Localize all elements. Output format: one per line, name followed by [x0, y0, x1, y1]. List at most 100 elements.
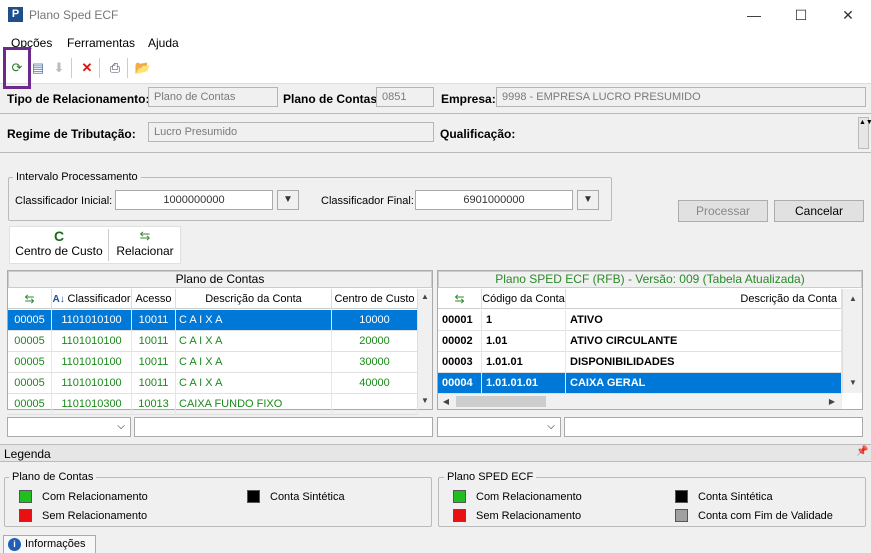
cell-descricao: ATIVO CIRCULANTE	[566, 331, 842, 352]
table-row[interactable]: 00004 1.01.01.01 CAIXA GERAL	[438, 373, 842, 394]
relacionar-icon: ⇆	[139, 228, 151, 243]
cell-classificador: 1101010100	[52, 373, 132, 394]
red-square-icon	[19, 509, 32, 522]
chevron-down-icon[interactable]: ⌵	[542, 418, 560, 436]
minimize-button[interactable]: —	[744, 5, 764, 25]
toolbar-separator	[99, 58, 100, 78]
left-filter-input[interactable]	[134, 417, 433, 437]
plano-contas-grid: Plano de Contas ⇆ A↓ Classificador Acess…	[7, 270, 433, 415]
cell-descricao: C A I X A	[176, 352, 332, 373]
table-row[interactable]: 00005 1101010100 10011 C A I X A 20000	[8, 331, 418, 352]
table-row[interactable]: 00005 1101010100 10011 C A I X A 10000	[8, 310, 418, 331]
cell-descricao: C A I X A	[176, 373, 332, 394]
cell-codigo: 1	[482, 310, 566, 331]
table-row[interactable]: 00003 1.01.01 DISPONIBILIDADES	[438, 352, 842, 373]
scroll-down-icon[interactable]: ▼	[845, 375, 861, 391]
cell-centro: 20000	[332, 331, 418, 352]
cell-classificador: 1101010100	[52, 310, 132, 331]
open-folder-icon[interactable]: 📂	[133, 58, 153, 78]
right-grid-hscrollbar[interactable]: ◀ ▶	[438, 393, 842, 409]
toolbar	[0, 54, 871, 84]
cell-code: 00001	[438, 310, 482, 331]
cell-code: 00005	[8, 373, 52, 394]
conta-sintetica-label: Conta Sintética	[270, 491, 345, 503]
right-grid-header: ⇆ Código da Conta Descrição da Conta	[438, 289, 842, 309]
col-codigo-conta[interactable]: Código da Conta	[482, 289, 566, 309]
delete-icon[interactable]: ✕	[77, 58, 97, 78]
col-classificador-label: Classificador	[67, 293, 131, 305]
table-row[interactable]: 00005 1101010100 10011 C A I X A 40000	[8, 373, 418, 394]
cancelar-button[interactable]: Cancelar	[774, 200, 864, 222]
sort-az-icon: A↓	[52, 294, 68, 305]
close-button[interactable]: ✕	[838, 5, 858, 25]
inicial-input[interactable]: 1000000000	[115, 190, 273, 210]
informacoes-tab[interactable]: i Informações	[3, 535, 96, 553]
inicial-dropdown-button[interactable]: ▼	[277, 190, 299, 210]
cell-centro	[332, 394, 418, 415]
scroll-up-icon[interactable]: ▲	[845, 291, 861, 307]
red-square-icon	[453, 509, 466, 522]
table-row[interactable]: 00005 1101010100 10011 C A I X A 30000	[8, 352, 418, 373]
grid-config-icon[interactable]: ⇆	[438, 289, 482, 309]
final-label: Classificador Final:	[321, 195, 414, 207]
action-separator	[108, 229, 109, 261]
table-row[interactable]: 00002 1.01 ATIVO CIRCULANTE	[438, 331, 842, 352]
qualificacao-label: Qualificação:	[440, 127, 516, 141]
cell-classificador: 1101010100	[52, 352, 132, 373]
green-square-icon	[453, 490, 466, 503]
cell-descricao: CAIXA GERAL	[566, 373, 842, 394]
title-bar	[0, 0, 871, 30]
cell-centro: 40000	[332, 373, 418, 394]
tipo-field: Plano de Contas	[148, 87, 278, 107]
download-icon[interactable]: ⬇	[49, 58, 69, 78]
chevron-down-icon[interactable]: ⌵	[112, 418, 130, 436]
col-centro-custo[interactable]: Centro de Custo	[332, 289, 418, 309]
cell-acesso: 10013	[132, 394, 176, 415]
col-descricao[interactable]: Descrição da Conta	[176, 289, 332, 309]
relacionar-label: Relacionar	[116, 244, 174, 258]
empresa-label: Empresa:	[441, 92, 496, 106]
right-filter-input[interactable]	[564, 417, 863, 437]
table-row[interactable]: 00001 1 ATIVO	[438, 310, 842, 331]
cell-centro: 30000	[332, 352, 418, 373]
info-icon: i	[8, 538, 21, 551]
scroll-down-icon[interactable]: ▼	[418, 393, 432, 409]
copy-icon[interactable]: ▤	[28, 58, 48, 78]
print-icon[interactable]: ⎙	[105, 58, 125, 78]
scroll-up-icon[interactable]: ▲	[418, 289, 432, 305]
final-dropdown-button[interactable]: ▼	[577, 190, 599, 210]
legenda-right-title: Plano SPED ECF	[444, 471, 537, 483]
processar-button[interactable]: Processar	[678, 200, 768, 222]
app-icon: P	[8, 7, 23, 22]
col-acesso[interactable]: Acesso	[132, 289, 176, 309]
fim-validade-label: Conta com Fim de Validade	[698, 510, 833, 522]
toolbar-separator	[127, 58, 128, 78]
centro-custo-button[interactable]: C Centro de Custo	[12, 228, 106, 262]
final-input[interactable]: 6901000000	[415, 190, 573, 210]
regime-field: Lucro Presumido	[148, 122, 434, 142]
relacionar-button[interactable]: ⇆ Relacionar	[112, 228, 178, 262]
qualificacao-scrollbar[interactable]: ▲▼	[858, 117, 871, 149]
cell-code: 00004	[438, 373, 482, 394]
pin-icon[interactable]: 📌	[856, 446, 868, 457]
inicial-label: Classificador Inicial:	[15, 195, 113, 207]
cell-codigo: 1.01.01.01	[482, 373, 566, 394]
right-grid-scrollbar[interactable]: ▲ ▼	[842, 289, 862, 393]
menu-ajuda[interactable]: Ajuda	[148, 36, 179, 50]
cell-descricao: CAIXA FUNDO FIXO	[176, 394, 332, 415]
col-classificador[interactable]: A↓ Classificador	[52, 289, 132, 309]
maximize-button[interactable]: ☐	[791, 5, 811, 25]
refresh-icon[interactable]: ⟳	[7, 58, 27, 78]
right-grid-title: Plano SPED ECF (RFB) - Versão: 009 (Tabe…	[438, 271, 862, 288]
col-descricao-conta[interactable]: Descrição da Conta	[566, 289, 842, 309]
scroll-left-icon[interactable]: ◀	[438, 394, 454, 410]
cell-code: 00005	[8, 331, 52, 352]
left-grid-scrollbar[interactable]: ▲ ▼	[417, 289, 432, 409]
table-row[interactable]: 00005 1101010300 10013 CAIXA FUNDO FIXO	[8, 394, 418, 415]
cell-acesso: 10011	[132, 352, 176, 373]
menu-ferramentas[interactable]: Ferramentas	[67, 36, 135, 50]
hscroll-thumb[interactable]	[456, 396, 546, 407]
grid-config-icon[interactable]: ⇆	[8, 289, 52, 309]
cell-code: 00002	[438, 331, 482, 352]
scroll-right-icon[interactable]: ▶	[824, 394, 840, 410]
